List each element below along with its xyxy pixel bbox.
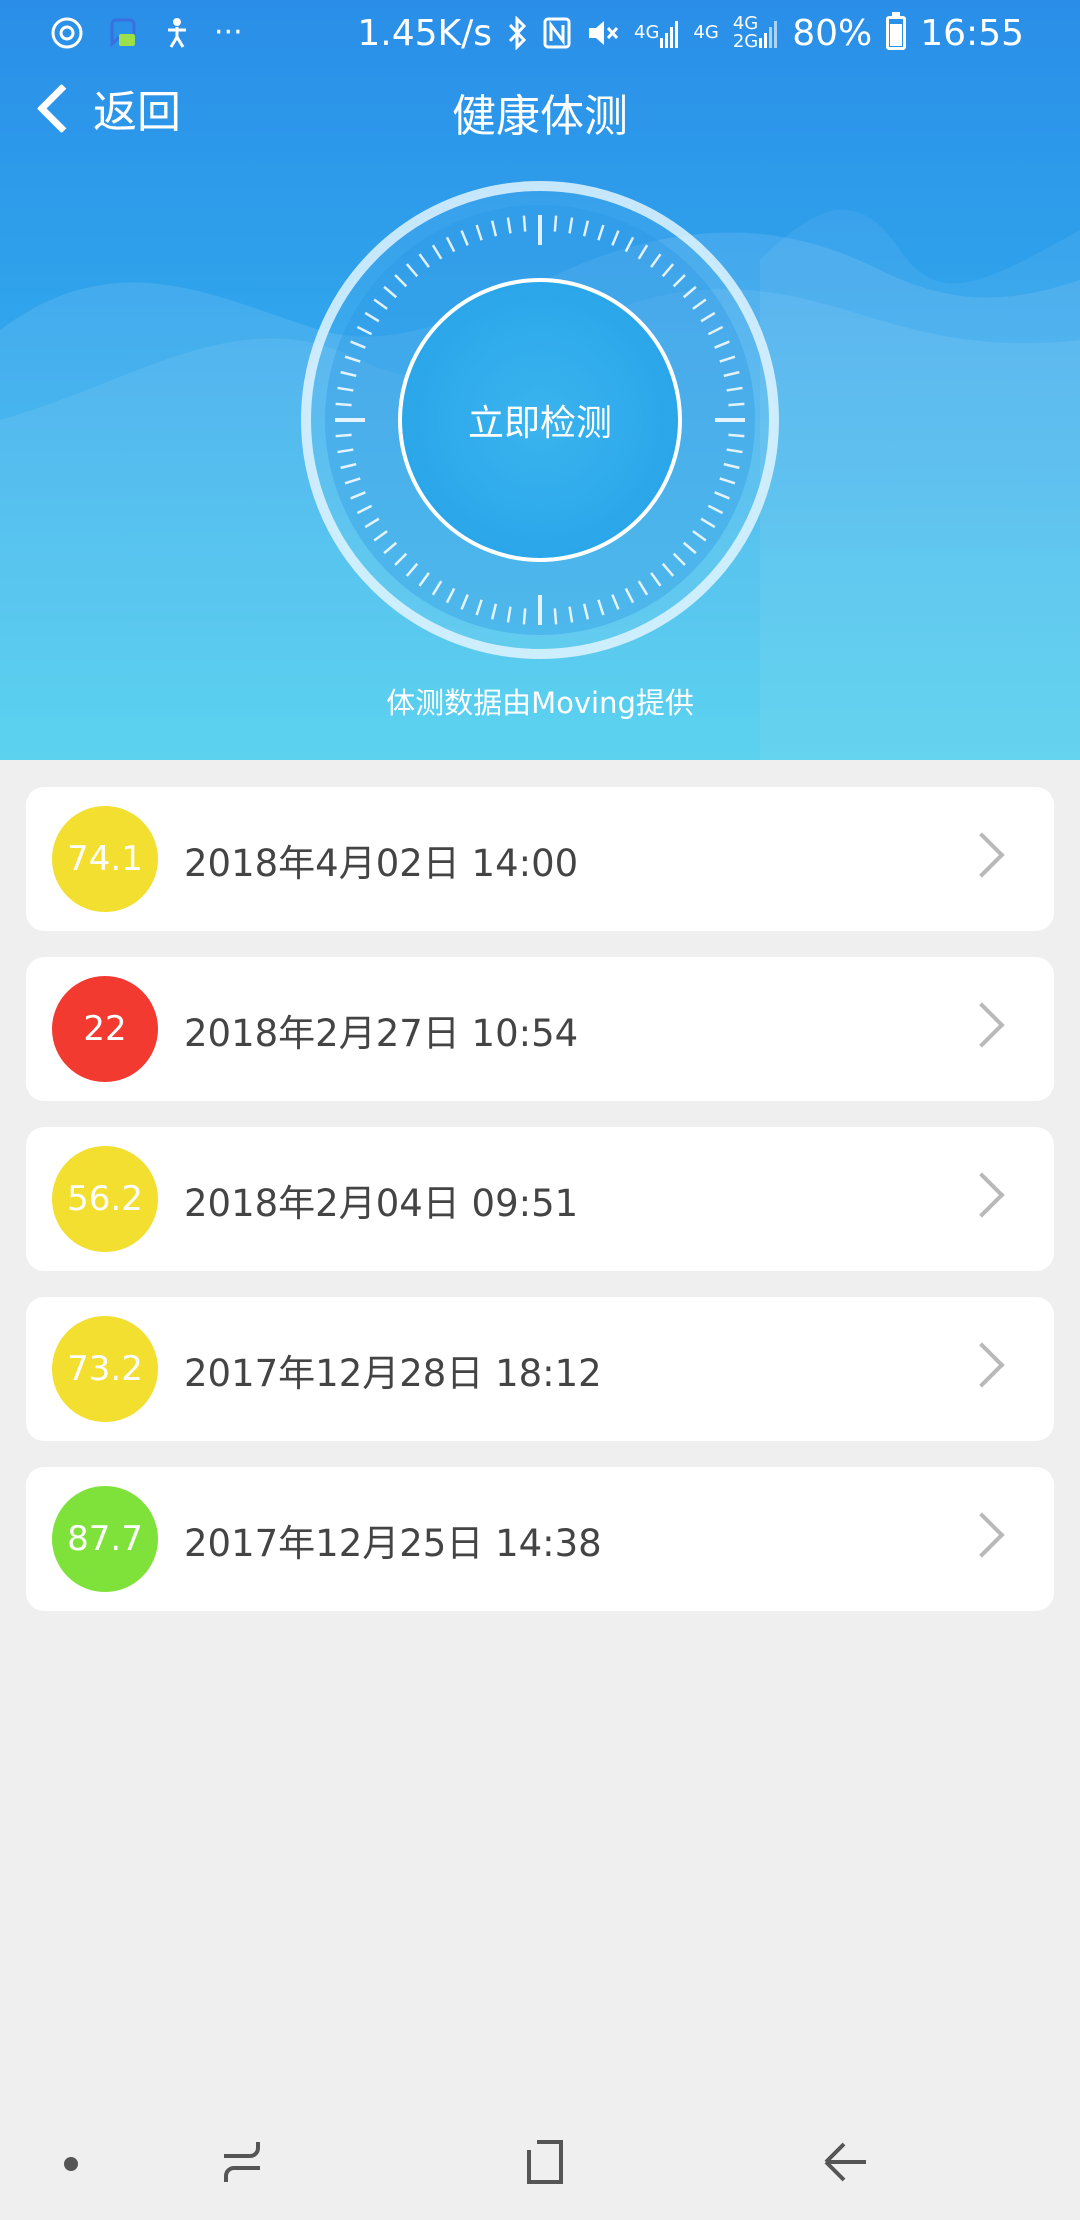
record-card[interactable]: 73.2 2017年12月28日 18:12 [26,1297,1054,1441]
chevron-right-icon [959,1172,1005,1218]
record-card[interactable]: 87.7 2017年12月25日 14:38 [26,1467,1054,1611]
data-provider-note: 体测数据由Moving提供 [386,686,694,720]
accessibility-icon [162,16,192,50]
chevron-right-icon [959,832,1005,878]
data-4g-icon: 4G [693,22,719,43]
status-bar: ··· 1.45K/s 4G 4G 4G 2G 80% 16:55 [0,0,1080,66]
chat-bubble-icon [106,16,140,50]
signal-4g-2g-icon: 4G 2G [733,15,778,51]
navigation-bar: 返回 健康体测 [0,70,1080,150]
record-card[interactable]: 74.1 2018年4月02日 14:00 [26,787,1054,931]
recent-apps-icon[interactable] [220,2138,264,2186]
record-card[interactable]: 56.2 2018年2月04日 09:51 [26,1127,1054,1271]
more-dots-icon: ··· [214,15,243,50]
record-date: 2017年12月28日 18:12 [184,1352,602,1395]
status-bar-system: 1.45K/s 4G 4G 4G 2G 80% 16:55 [357,8,1024,58]
record-date: 2017年12月25日 14:38 [184,1522,602,1565]
battery-level [890,23,903,46]
clock-time: 16:55 [920,12,1024,54]
record-date: 2018年2月04日 09:51 [184,1182,579,1225]
home-icon[interactable] [523,2138,567,2186]
dial-tick [335,402,352,407]
record-date: 2018年2月27日 10:54 [184,1012,579,1055]
battery-icon [886,12,907,50]
score-badge: 56.2 [52,1146,158,1252]
dial-tick [553,608,558,625]
record-card[interactable]: 22 2018年2月27日 10:54 [26,957,1054,1101]
signal-4g-icon: 4G [634,18,679,48]
page-title: 健康体测 [452,91,628,142]
nfc-icon [542,16,572,50]
battery-percent: 80% [792,12,873,54]
clock-ring-icon [50,16,84,50]
score-badge: 87.7 [52,1486,158,1592]
dial-tick [553,215,558,232]
status-bar-notifications: ··· [50,10,243,56]
header-hero: ··· 1.45K/s 4G 4G 4G 2G 80% 16:55 返回 健康体… [0,0,1080,760]
detect-now-button[interactable]: 立即检测 [400,280,680,560]
chevron-right-icon [959,1342,1005,1388]
bluetooth-icon [506,16,528,50]
dial-tick [728,402,745,407]
record-date: 2018年4月02日 14:00 [184,842,579,885]
system-navigation-bar [0,2100,1080,2220]
chevron-right-icon [959,1002,1005,1048]
network-speed: 1.45K/s [357,12,493,54]
measurement-dial: 立即检测 [300,180,780,660]
dial-tick [335,433,352,438]
mute-icon [586,16,620,50]
chevron-right-icon [959,1512,1005,1558]
measurement-record-list: 74.1 2018年4月02日 14:00 22 2018年2月27日 10:5… [26,787,1054,1637]
dial-tick [522,608,527,625]
dial-tick [522,215,527,232]
nav-dot-icon[interactable] [64,2157,78,2171]
score-badge: 74.1 [52,806,158,912]
dial-tick [728,433,745,438]
back-arrow-icon[interactable] [822,2138,870,2186]
score-badge: 22 [52,976,158,1082]
score-badge: 73.2 [52,1316,158,1422]
